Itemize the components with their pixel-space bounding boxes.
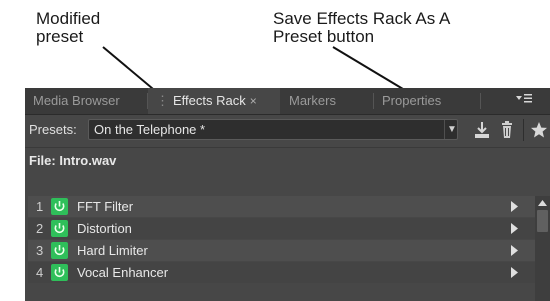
chevron-right-icon[interactable] (508, 200, 520, 213)
tab-label: Markers (289, 93, 336, 108)
presets-label: Presets: (29, 122, 77, 137)
power-icon[interactable] (51, 220, 68, 237)
tab-media-browser[interactable]: Media Browser (25, 88, 147, 114)
slot-number: 3 (36, 243, 44, 258)
callout-save-button: Save Effects Rack As A Preset button (273, 9, 451, 46)
rack-slot[interactable]: 3 Hard Limiter (28, 240, 535, 261)
effect-name: FFT Filter (77, 199, 134, 214)
tab-label: Properties (382, 93, 442, 108)
tab-divider (480, 93, 481, 109)
tab-markers[interactable]: Markers (281, 88, 373, 114)
tab-grip-icon[interactable]: ⋮ (156, 93, 169, 108)
close-icon[interactable]: × (250, 94, 257, 108)
panel-tab-bar: Media Browser ⋮ Effects Rack × Markers Pro… (25, 88, 550, 115)
delete-preset-button[interactable] (496, 119, 518, 141)
tab-properties[interactable]: Properties (374, 88, 474, 114)
scroll-up-icon[interactable] (536, 197, 549, 209)
slot-number: 2 (36, 221, 44, 236)
chevron-down-icon[interactable]: ▼ (444, 120, 459, 139)
file-row: File: Intro.wav (25, 147, 550, 172)
save-preset-button[interactable] (471, 119, 493, 141)
effect-name: Distortion (77, 221, 132, 236)
effects-rack-panel: Media Browser ⋮ Effects Rack × Markers Pro… (25, 88, 550, 301)
power-icon[interactable] (51, 242, 68, 259)
save-preset-icon (475, 122, 489, 138)
power-icon[interactable] (51, 198, 68, 215)
callout-modified-preset: Modified preset (36, 9, 101, 46)
chevron-right-icon[interactable] (508, 266, 520, 279)
slot-number: 4 (36, 265, 44, 280)
chevron-right-icon[interactable] (508, 244, 520, 257)
rack-slot[interactable]: 1 FFT Filter (28, 196, 535, 217)
vertical-scrollbar[interactable] (535, 196, 550, 301)
favorite-button[interactable] (528, 119, 550, 141)
tab-label: Media Browser (33, 93, 120, 108)
power-icon[interactable] (51, 264, 68, 281)
effect-name: Vocal Enhancer (77, 265, 169, 280)
chevron-right-icon[interactable] (508, 222, 520, 235)
panel-menu-icon[interactable] (509, 88, 539, 114)
rack-slot[interactable]: 4 Vocal Enhancer (28, 262, 535, 283)
star-icon (531, 122, 547, 138)
trash-icon (502, 121, 512, 138)
toolbar-divider (523, 119, 524, 141)
effects-rack-list: 1 FFT Filter 2 Distortion 3 Hard Limiter… (25, 188, 550, 301)
presets-value: On the Telephone * (94, 122, 206, 137)
tab-effects-rack[interactable]: ⋮ Effects Rack × (148, 88, 280, 114)
presets-row: Presets: On the Telephone * ▼ (25, 115, 550, 145)
file-name-label: File: Intro.wav (29, 153, 117, 168)
scroll-thumb[interactable] (537, 210, 548, 232)
rack-slot[interactable]: 2 Distortion (28, 218, 535, 239)
presets-dropdown[interactable]: On the Telephone * ▼ (88, 119, 458, 140)
slot-number: 1 (36, 199, 44, 214)
tab-label: Effects Rack (173, 93, 246, 108)
effect-name: Hard Limiter (77, 243, 148, 258)
